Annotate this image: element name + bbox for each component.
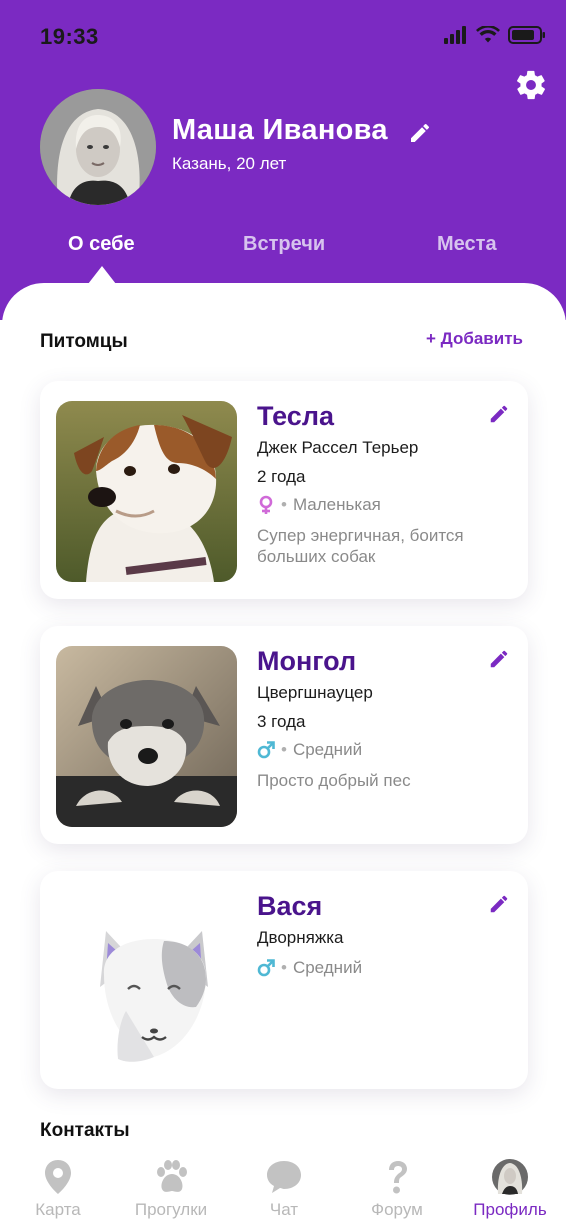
nav-walks[interactable]: Прогулки [121,1150,221,1226]
tab-meetings[interactable]: Встречи [243,233,325,256]
pet-size: Средний [292,958,363,977]
pet-age: 2 года [257,467,306,486]
dog-placeholder-icon [100,931,208,1062]
pet-size: Средний [292,740,363,759]
profile-location-age: Казань, 20 лет [172,154,287,173]
chat-bubble-icon [267,1161,301,1193]
active-tab-indicator [88,266,116,284]
nav-forum[interactable]: Форум [347,1150,447,1226]
pets-section-title: Питомцы [40,331,128,352]
pet-description: Супер энергичная, боится больших собак [257,526,464,566]
pet-name: Вася [257,891,323,921]
pet-photo [56,646,237,827]
profile-name: Маша Иванова [172,114,388,146]
nav-label: Профиль [473,1200,547,1219]
nav-label: Карта [35,1200,81,1219]
nav-label: Чат [269,1200,299,1219]
question-mark-icon [389,1161,407,1194]
profile-avatar[interactable] [40,89,156,205]
pet-name: Монгол [257,646,357,676]
pet-placeholder-illustration [56,891,237,1072]
pet-breed: Цвергшнауцер [257,683,373,702]
profile-header: 19:33 Маша Иванова Казань, 20 лет О себе… [0,0,566,320]
bottom-navigation: Карта Прогулки Чат Форум Профиль [0,1150,566,1226]
contacts-section-title: Контакты [40,1120,130,1141]
pet-card[interactable]: Монгол Цвергшнауцер 3 года • Средний Про… [40,626,528,844]
tab-places[interactable]: Места [437,233,497,256]
avatar-portrait [40,89,156,205]
paw-icon [157,1160,187,1192]
nav-label: Форум [371,1200,423,1219]
separator-dot: • [281,958,287,977]
profile-avatar-icon [492,1159,528,1195]
pet-card[interactable]: Вася Дворняжка • Средний [40,871,528,1089]
male-icon [257,741,275,759]
edit-profile-pencil-icon[interactable] [408,121,432,145]
separator-dot: • [281,740,287,759]
pet-breed: Джек Рассел Терьер [257,438,419,457]
status-icons [444,26,546,44]
separator-dot: • [281,495,287,514]
nav-label: Прогулки [134,1200,208,1219]
male-icon [257,959,275,977]
settings-gear-icon[interactable] [514,68,548,102]
edit-pet-pencil-icon[interactable] [488,893,510,915]
tab-about[interactable]: О себе [68,233,135,256]
edit-pet-pencil-icon[interactable] [488,403,510,425]
dog-photo-jack-russell [56,401,237,582]
pet-name: Тесла [257,401,334,431]
pet-gender-size: • Средний [257,740,362,760]
pet-photo [56,401,237,582]
battery-icon [508,26,545,44]
add-pet-button[interactable]: + Добавить [426,329,523,349]
signal-icon [444,26,466,44]
map-pin-icon [45,1160,71,1194]
pet-breed: Дворняжка [257,928,344,947]
dog-photo-schnauzer [56,646,237,827]
pet-size: Маленькая [292,495,381,514]
pet-gender-size: • Средний [257,958,362,978]
pet-age: 3 года [257,712,306,731]
status-bar: 19:33 [0,0,566,70]
wifi-icon [476,26,500,43]
pet-description: Просто добрый пес [257,771,411,790]
edit-pet-pencil-icon[interactable] [488,648,510,670]
nav-profile[interactable]: Профиль [460,1150,560,1226]
status-time: 19:33 [40,24,99,49]
nav-map[interactable]: Карта [8,1150,108,1226]
female-icon [259,495,273,514]
pet-card[interactable]: Тесла Джек Рассел Терьер 2 года • Малень… [40,381,528,599]
nav-chat[interactable]: Чат [234,1150,334,1226]
pet-gender-size: • Маленькая [257,495,381,515]
